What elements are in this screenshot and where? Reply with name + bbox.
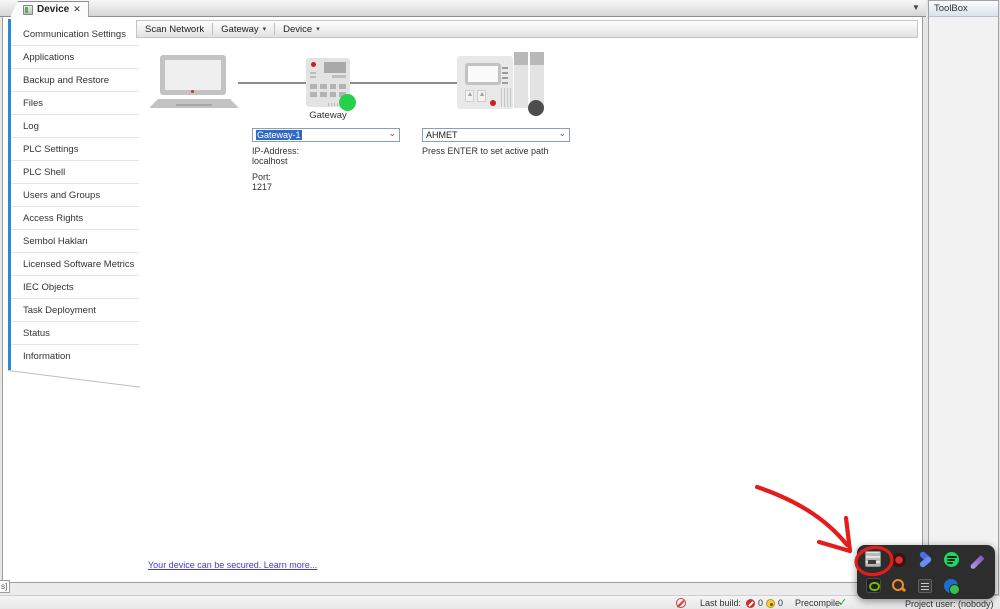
chevron-down-icon: ⌄ <box>388 128 396 138</box>
scan-network-label: Scan Network <box>145 23 205 35</box>
device-menu-label: Device <box>283 23 313 35</box>
server-list-tray-icon[interactable] <box>918 578 932 593</box>
sidebar-item-communication-settings[interactable]: Communication Settings <box>8 23 139 46</box>
sidebar-item-users-and-groups[interactable]: Users and Groups <box>8 184 139 207</box>
codesys-window: Device ✕ ▼ ToolBox Communication Setting… <box>0 0 1000 609</box>
gateway-status-dot-green <box>339 94 356 111</box>
plc-screen <box>465 63 501 85</box>
error-count: 0 <box>758 598 764 608</box>
pen-purple-tray-icon[interactable] <box>969 554 985 570</box>
device-icon <box>23 4 33 15</box>
close-icon[interactable]: ✕ <box>73 4 81 15</box>
sidebar-item-plc-shell[interactable]: PLC Shell <box>8 161 139 184</box>
laptop-gateway-connection-line <box>238 82 307 84</box>
laptop-webcam-dot <box>191 90 194 93</box>
nvidia-tray-icon[interactable] <box>865 577 881 593</box>
laptop-base <box>149 99 239 108</box>
plc-connector <box>477 90 486 102</box>
gateway-caption: Gateway <box>309 110 347 121</box>
last-build-label: Last build: <box>700 598 742 608</box>
lower-strip <box>0 583 928 595</box>
device-settings-sidebar: Communication Settings Applications Back… <box>8 19 139 387</box>
laptop-icon <box>160 55 226 95</box>
spotify-tray-icon[interactable] <box>943 551 959 567</box>
sidebar-item-sembol-haklari[interactable]: Sembol Hakları <box>8 230 139 253</box>
precompile-check-icon: ✓ <box>838 597 848 609</box>
warning-count: 0 <box>778 598 784 608</box>
precompile-label: Precompile <box>795 598 841 608</box>
plc-status-dot-gray <box>528 100 544 116</box>
document-tab-bar: Device ✕ ▼ <box>0 0 926 17</box>
error-count-icon <box>746 599 755 608</box>
plc-module <box>514 52 528 108</box>
warning-count-icon <box>766 599 775 608</box>
gateway-menu-button[interactable]: Gateway ▾ <box>213 21 274 37</box>
offline-icon <box>676 598 686 608</box>
cloud-sync-tray-icon[interactable] <box>944 578 960 595</box>
device-security-link[interactable]: Your device can be secured. Learn more..… <box>148 560 317 570</box>
sidebar-accent-bar <box>8 19 11 370</box>
toolbox-title: ToolBox <box>929 1 998 17</box>
plc-connector <box>465 90 474 102</box>
plc-device-icon[interactable] <box>457 56 513 109</box>
tab-overflow-arrow-icon[interactable]: ▼ <box>912 3 920 12</box>
sidebar-item-licensed-software-metrics[interactable]: Licensed Software Metrics <box>8 253 139 276</box>
tab-device[interactable]: Device ✕ <box>10 1 89 17</box>
gateway-terminal-row <box>310 84 346 89</box>
plc-stripes <box>501 88 511 107</box>
codesys-gateway-tray-icon[interactable] <box>865 551 881 567</box>
tab-label: Device <box>37 4 70 15</box>
gateway-select-value: Gateway-1 <box>256 130 302 140</box>
plc-dots <box>502 64 508 84</box>
sidebar-item-plc-settings[interactable]: PLC Settings <box>8 138 139 161</box>
active-path-select-value: AHMET <box>426 130 458 140</box>
partial-text-fragment: s] <box>0 580 11 593</box>
sidebar-item-log[interactable]: Log <box>8 115 139 138</box>
scan-network-button[interactable]: Scan Network <box>137 21 212 37</box>
gateway-vents <box>310 70 316 78</box>
gateway-display <box>324 62 346 73</box>
active-path-select[interactable]: AHMET ⌄ <box>422 128 570 142</box>
sidebar-item-backup-and-restore[interactable]: Backup and Restore <box>8 69 139 92</box>
sidebar-item-status[interactable]: Status <box>8 322 139 345</box>
sidebar-item-iec-objects[interactable]: IEC Objects <box>8 276 139 299</box>
plc-led-dot <box>490 100 496 106</box>
gateway-select[interactable]: Gateway-1 ⌄ <box>252 128 400 142</box>
gateway-display-line <box>332 75 346 78</box>
chevron-down-icon: ▾ <box>262 26 267 33</box>
active-path-hint: Press ENTER to set active path <box>422 146 549 156</box>
chevron-down-icon: ▾ <box>316 26 320 33</box>
sidebar-item-task-deployment[interactable]: Task Deployment <box>8 299 139 322</box>
gateway-menu-label: Gateway <box>221 23 259 35</box>
system-tray-popup <box>857 545 995 599</box>
status-bar: Last build: 0 0 Precompile ✓ Project use… <box>0 595 1000 609</box>
sidebar-item-applications[interactable]: Applications <box>8 46 139 69</box>
gateway-plc-connection-line <box>350 82 458 84</box>
gateway-led-dot <box>311 62 316 67</box>
device-menu-button[interactable]: Device ▾ <box>275 21 328 37</box>
toolbox-panel: ToolBox <box>928 0 999 595</box>
sidebar-item-files[interactable]: Files <box>8 92 139 115</box>
project-user-label: Project user: (nobody) <box>905 599 994 609</box>
recorder-red-tray-icon[interactable] <box>892 552 906 567</box>
sidebar-item-information[interactable]: Information <box>8 345 139 368</box>
port-value: 1217 <box>252 182 273 192</box>
search-orange-tray-icon[interactable] <box>891 578 907 594</box>
sidebar-item-access-rights[interactable]: Access Rights <box>8 207 139 230</box>
communication-toolbar: Scan Network Gateway ▾ Device ▾ <box>136 20 918 38</box>
messenger-blue-tray-icon[interactable] <box>918 552 933 567</box>
chevron-down-icon: ⌄ <box>558 128 566 138</box>
ip-address-value: localhost <box>252 156 288 166</box>
